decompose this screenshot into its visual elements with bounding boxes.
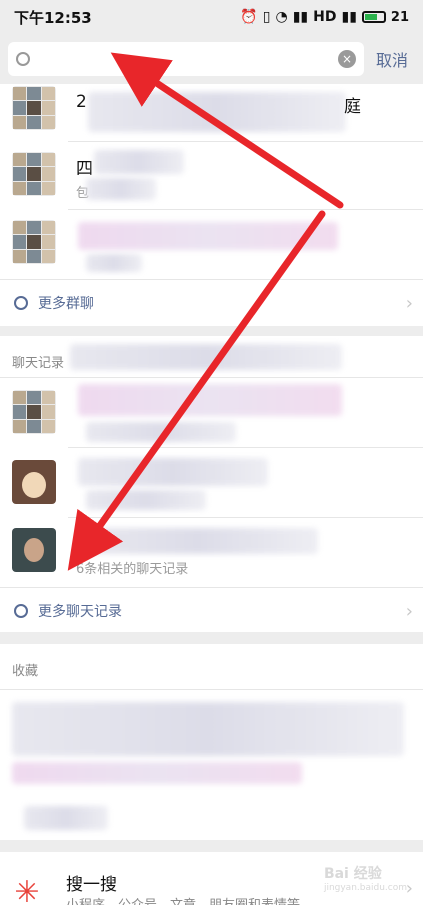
status-icons: ⏰ ▯ ◔ ▮▮ HD ▮▮ 21 — [240, 9, 409, 25]
redacted-text — [12, 762, 302, 784]
list-item[interactable] — [0, 378, 423, 448]
battery-level: 21 — [390, 9, 409, 25]
status-bar: 下午12:53 ⏰ ▯ ◔ ▮▮ HD ▮▮ 21 — [0, 0, 423, 34]
more-groups-button[interactable]: 更多群聊 › — [0, 280, 423, 326]
signal-icon-2: ▮▮ — [341, 9, 357, 25]
cancel-button[interactable]: 取消 — [376, 47, 408, 71]
redacted-text — [78, 222, 338, 250]
redacted-text — [78, 458, 268, 486]
avatar — [12, 86, 56, 130]
row-title: 2 — [76, 92, 87, 112]
search-bar: × 取消 — [0, 34, 423, 84]
alarm-icon: ⏰ — [240, 9, 258, 25]
avatar-face — [22, 472, 46, 498]
avatar — [12, 220, 56, 264]
avatar — [12, 152, 56, 196]
battery-icon — [361, 11, 386, 23]
more-chat-records-label: 更多聊天记录 — [38, 604, 122, 620]
section-header: 聊天记录 — [12, 356, 65, 371]
list-item[interactable] — [0, 210, 423, 280]
clear-icon[interactable]: × — [338, 50, 356, 68]
search-icon — [14, 296, 28, 310]
search-icon — [16, 52, 30, 66]
redacted-text — [86, 254, 142, 272]
list-item[interactable]: 6条相关的聊天记录 — [0, 518, 423, 588]
list-item[interactable]: 四 包 — [0, 142, 423, 212]
redacted-text — [12, 702, 404, 756]
more-chat-records-button[interactable]: 更多聊天记录 › — [0, 588, 423, 634]
redacted-text — [94, 150, 184, 174]
watermark-url: jingyan.baidu.com — [323, 883, 407, 893]
more-groups-label: 更多群聊 — [38, 296, 94, 312]
search-icon — [14, 604, 28, 618]
favorites-section: 收藏 — [0, 644, 423, 840]
watermark: Bai 经验 jingyan.baidu.com — [324, 863, 407, 893]
search-input[interactable] — [38, 44, 338, 74]
section-header: 收藏 — [12, 664, 39, 679]
signal-icon: ▮▮ — [292, 9, 309, 25]
chevron-right-icon: › — [405, 600, 413, 622]
hd-icon: HD — [313, 9, 337, 25]
avatar — [12, 528, 56, 572]
chat-records-section: 聊天记录 6条相关的聊天记录 更多聊天记录 › — [0, 336, 423, 632]
chevron-right-icon: › — [405, 292, 413, 314]
search-box[interactable]: × — [8, 42, 364, 76]
avatar — [12, 390, 56, 434]
redacted-text — [86, 422, 236, 442]
sousou-subtitle: 小程序、公众号、文章、朋友圈和表情等 — [66, 894, 300, 905]
redacted-text — [70, 344, 342, 370]
redacted-text — [78, 528, 318, 554]
groups-section: 2 庭 四 包 更多群聊 › — [0, 84, 423, 326]
redacted-text — [88, 92, 346, 132]
status-time: 下午12:53 — [14, 8, 92, 27]
avatar-face — [24, 538, 44, 562]
list-item[interactable] — [0, 448, 423, 518]
sousou-title: 搜一搜 — [66, 875, 117, 895]
sousou-icon: ✳ — [14, 875, 40, 905]
redacted-text — [24, 806, 108, 830]
redacted-text — [78, 384, 342, 416]
vibrate-icon: ▯ — [262, 9, 271, 25]
redacted-text — [86, 178, 156, 200]
divider — [0, 689, 423, 690]
row-title: 四 — [76, 159, 93, 179]
row-title-tail: 庭 — [344, 97, 361, 117]
wifi-icon: ◔ — [275, 9, 288, 25]
redacted-text — [86, 490, 206, 510]
avatar — [12, 460, 56, 504]
watermark-brand: Bai 经验 — [323, 866, 382, 882]
row-subtitle: 6条相关的聊天记录 — [76, 562, 189, 577]
